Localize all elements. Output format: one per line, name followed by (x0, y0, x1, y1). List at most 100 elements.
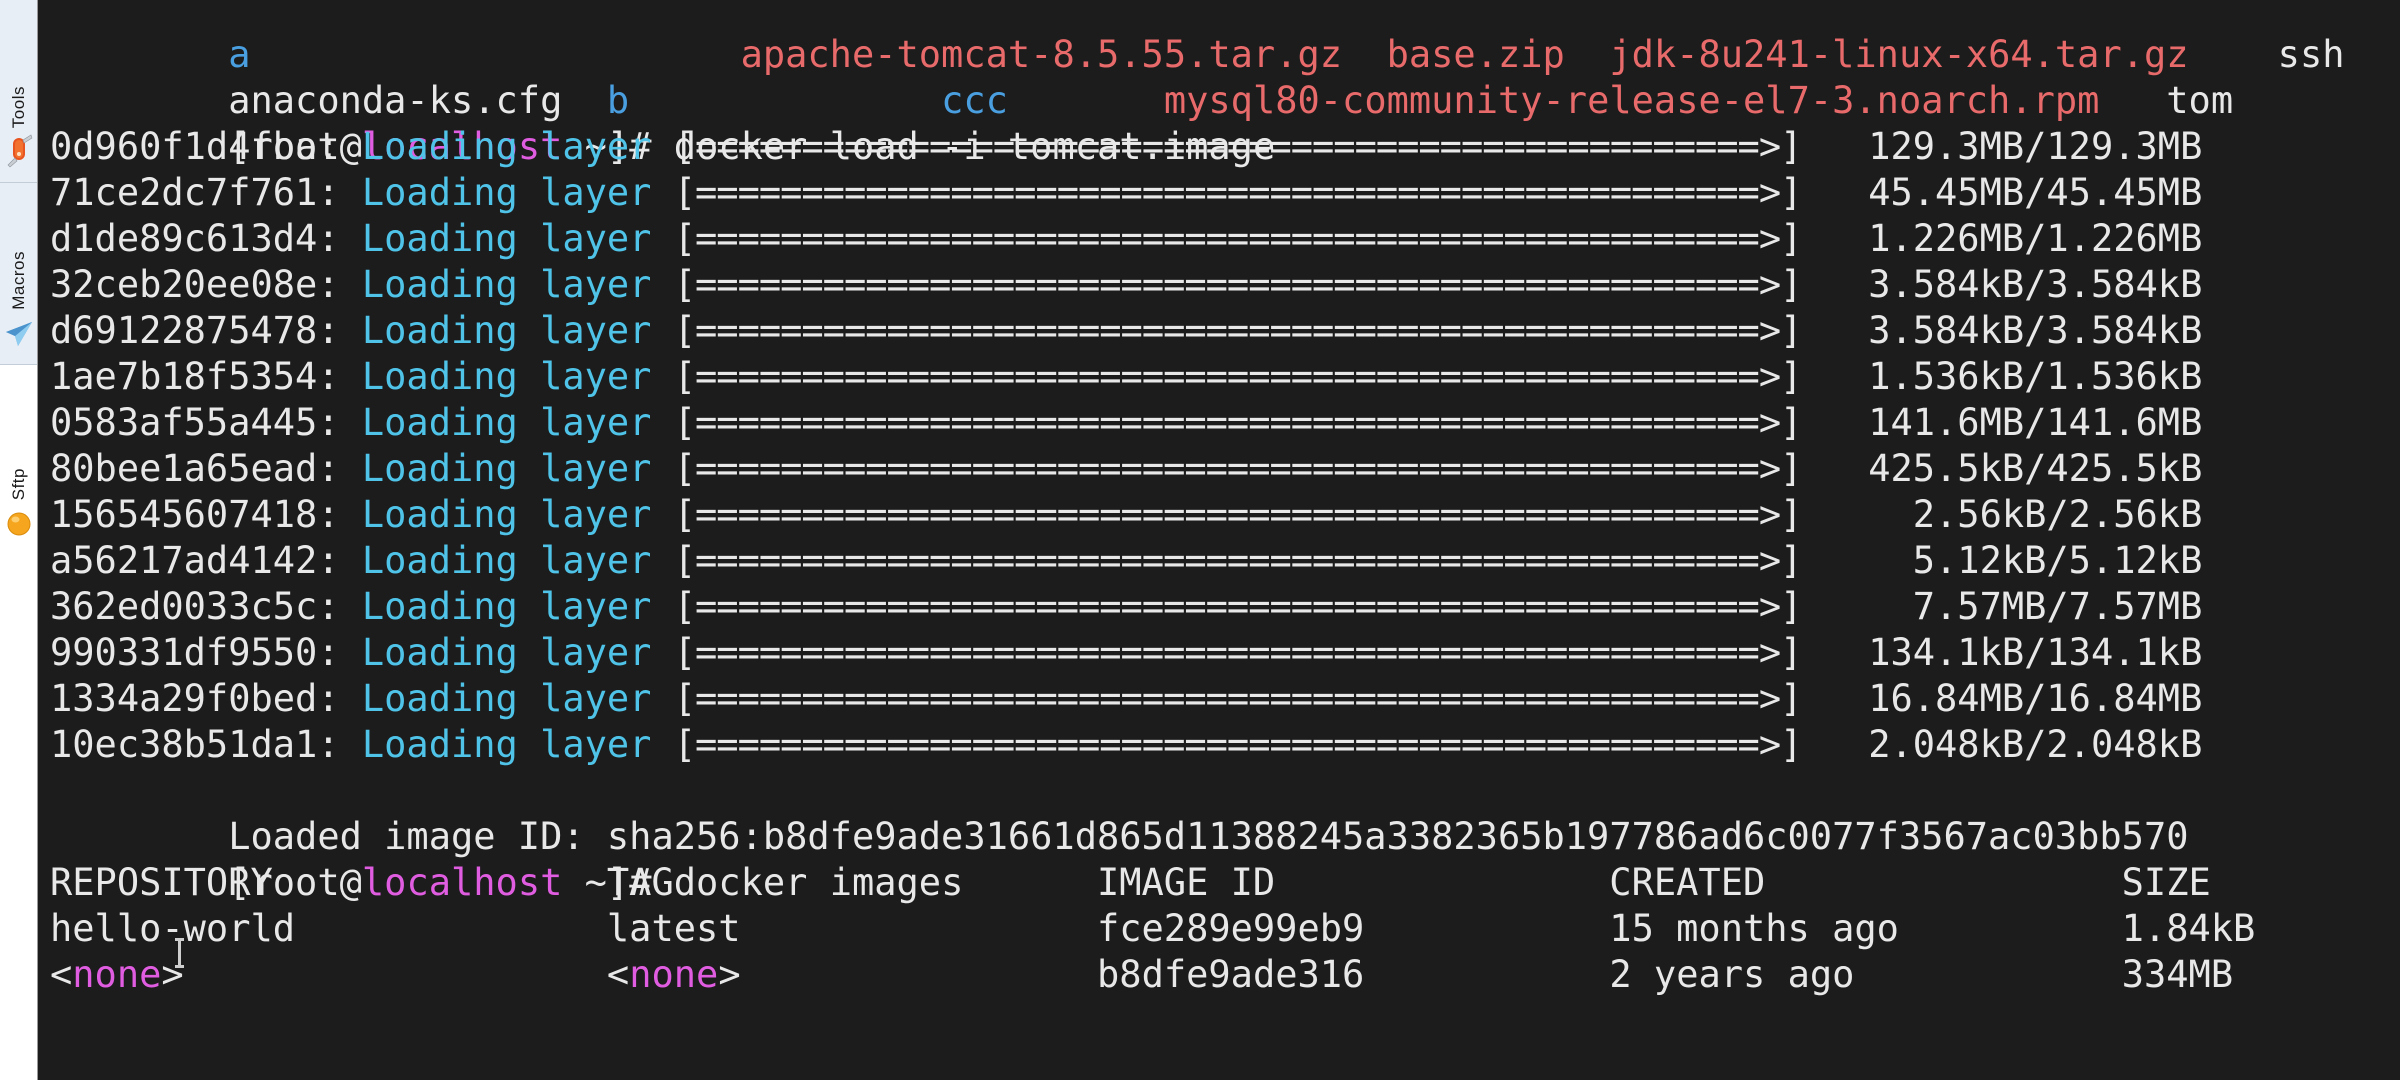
layer-size: 129.3MB/129.3MB (1801, 125, 2203, 168)
loading-layer-label: Loading layer (361, 447, 652, 490)
layer-size: 1.226MB/1.226MB (1801, 217, 2203, 260)
repository-bracket-open: < (50, 953, 73, 996)
repository-bracket-close: > (161, 953, 184, 996)
cell-gap (741, 953, 1097, 996)
layer-progress-bar: [=======================================… (673, 447, 1803, 490)
listing-col2: b (606, 79, 630, 122)
layer-progress-bar: [=======================================… (673, 309, 1803, 352)
loading-layer-label: Loading layer (361, 677, 652, 720)
layer-id: d1de89c613d4: (50, 217, 362, 260)
sidebar-item-sftp[interactable]: Sftp (0, 364, 37, 554)
layer-progress-bar: [=======================================… (673, 723, 1803, 766)
terminal-line-loading-layer: 0d960f1d4fba: Loading layer [===========… (50, 124, 2400, 170)
repository-value: none (72, 953, 162, 996)
layer-id: 10ec38b51da1: (50, 723, 362, 766)
image-id-value: b8dfe9ade316 (1097, 953, 1365, 996)
layer-progress-bar: [=======================================… (673, 125, 1803, 168)
terminal-line-loading-layer: d69122875478: Loading layer [===========… (50, 308, 2400, 354)
terminal-line-loading-layer: 10ec38b51da1: Loading layer [===========… (50, 722, 2400, 768)
table-row: <none> <none> b8dfe9ade316 2 years ago 3… (50, 952, 2400, 998)
sidebar-item-macros[interactable]: Macros (0, 182, 37, 364)
layer-id: a56217ad4142: (50, 539, 362, 582)
terminal-output-pane[interactable]: a apache-tomcat-8.5.55.tar.gz base.zip j… (38, 0, 2400, 1080)
cell-gap (184, 953, 607, 996)
loading-layer-label: Loading layer (361, 217, 652, 260)
listing-col3-top: base.zip (1386, 33, 1565, 76)
layer-progress-bar: [=======================================… (673, 631, 1803, 674)
loading-layer-label: Loading layer (361, 309, 652, 352)
loading-layer-label: Loading layer (361, 125, 652, 168)
layer-progress-bar: [=======================================… (673, 401, 1803, 444)
terminal-line-loading-layer: 1334a29f0bed: Loading layer [===========… (50, 676, 2400, 722)
terminal-window: Tools Macros Sftp a apache-tomcat-8.5.55… (0, 0, 2400, 1080)
size-value: 334MB (2121, 953, 2234, 996)
swiss-army-knife-icon (4, 134, 34, 168)
layer-size: 141.6MB/141.6MB (1801, 401, 2203, 444)
listing-col5-top: ssh (2277, 33, 2345, 76)
sidebar-empty-area (0, 554, 37, 1080)
terminal-line-listing-top: a apache-tomcat-8.5.55.tar.gz base.zip j… (50, 0, 2400, 76)
tag-bracket-open: < (606, 953, 630, 996)
terminal-line-loading-layer: 1ae7b18f5354: Loading layer [===========… (50, 354, 2400, 400)
layer-size: 134.1kB/134.1kB (1801, 631, 2203, 674)
listing-col5: tom (2166, 79, 2234, 122)
loading-layer-label: Loading layer (361, 263, 652, 306)
layer-size: 3.584kB/3.584kB (1801, 263, 2203, 306)
layer-id: 1ae7b18f5354: (50, 355, 362, 398)
table-row-text: hello-world latest fce289e99eb9 15 month… (50, 907, 2256, 950)
terminal-line-loaded-image-id: Loaded image ID: sha256:b8dfe9ade31661d8… (228, 815, 2189, 858)
listing-col2-top: apache-tomcat-8.5.55.tar.gz (740, 33, 1343, 76)
listing-col4-top: jdk-8u241-linux-x64.tar.gz (1609, 33, 2189, 76)
sidebar-item-label-macros: Macros (8, 251, 28, 310)
table-row: hello-world latest fce289e99eb9 15 month… (50, 906, 2400, 952)
loading-layer-label: Loading layer (361, 493, 652, 536)
layer-id: 0d960f1d4fba: (50, 125, 362, 168)
layer-id: 71ce2dc7f761: (50, 171, 362, 214)
terminal-line-loading-layer: d1de89c613d4: Loading layer [===========… (50, 216, 2400, 262)
terminal-line-loading-layer: 71ce2dc7f761: Loading layer [===========… (50, 170, 2400, 216)
layer-size: 1.536kB/1.536kB (1801, 355, 2203, 398)
sidebar-item-tools[interactable]: Tools (0, 0, 37, 182)
loading-layer-label: Loading layer (361, 723, 652, 766)
layer-size: 16.84MB/16.84MB (1801, 677, 2203, 720)
terminal-line-loading-layer: 32ceb20ee08e: Loading layer [===========… (50, 262, 2400, 308)
terminal-line-loading-layer: 990331df9550: Loading layer [===========… (50, 630, 2400, 676)
layer-id: 990331df9550: (50, 631, 362, 674)
listing-col4: mysql80-community-release-el7-3.noarch.r… (1163, 79, 2100, 122)
terminal-line-loading-layer: 156545607418: Loading layer [===========… (50, 492, 2400, 538)
terminal-line-loading-layer: a56217ad4142: Loading layer [===========… (50, 538, 2400, 584)
terminal-bottom-padding (38, 1040, 2400, 1080)
paper-plane-icon (4, 316, 34, 350)
loading-layer-label: Loading layer (361, 171, 652, 214)
layer-size: 2.048kB/2.048kB (1801, 723, 2203, 766)
docker-images-table: REPOSITORY TAG IMAGE ID CREATED SIZE hell… (50, 860, 2400, 998)
loading-layer-list: 0d960f1d4fba: Loading layer [===========… (50, 124, 2400, 768)
layer-id: 156545607418: (50, 493, 362, 536)
layer-id: 80bee1a65ead: (50, 447, 362, 490)
listing-col1-top: a (228, 33, 251, 76)
cell-gap (1854, 953, 2121, 996)
terminal-scrollback: a apache-tomcat-8.5.55.tar.gz base.zip j… (50, 0, 2400, 1080)
layer-id: 0583af55a445: (50, 401, 362, 444)
loading-layer-label: Loading layer (361, 355, 652, 398)
listing-col1: anaconda-ks.cfg (228, 79, 563, 122)
terminal-line-loading-layer: 80bee1a65ead: Loading layer [===========… (50, 446, 2400, 492)
layer-size: 45.45MB/45.45MB (1801, 171, 2203, 214)
sidebar-item-label-sftp: Sftp (8, 467, 28, 500)
table-header-text: REPOSITORY TAG IMAGE ID CREATED SIZE (50, 861, 2211, 904)
layer-progress-bar: [=======================================… (673, 355, 1803, 398)
loading-layer-label: Loading layer (361, 401, 652, 444)
layer-size: 3.584kB/3.584kB (1801, 309, 2203, 352)
layer-progress-bar: [=======================================… (673, 539, 1803, 582)
terminal-line-loading-layer: 362ed0033c5c: Loading layer [===========… (50, 584, 2400, 630)
layer-id: 1334a29f0bed: (50, 677, 362, 720)
listing-col3: ccc (941, 79, 1008, 122)
sidebar-item-label-tools: Tools (8, 85, 28, 128)
layer-id: d69122875478: (50, 309, 362, 352)
layer-id: 362ed0033c5c: (50, 585, 362, 628)
layer-progress-bar: [=======================================… (673, 171, 1803, 214)
created-value: 2 years ago (1609, 953, 1855, 996)
layer-size: 7.57MB/7.57MB (1801, 585, 2203, 628)
layer-id: 32ceb20ee08e: (50, 263, 362, 306)
layer-progress-bar: [=======================================… (673, 677, 1803, 720)
